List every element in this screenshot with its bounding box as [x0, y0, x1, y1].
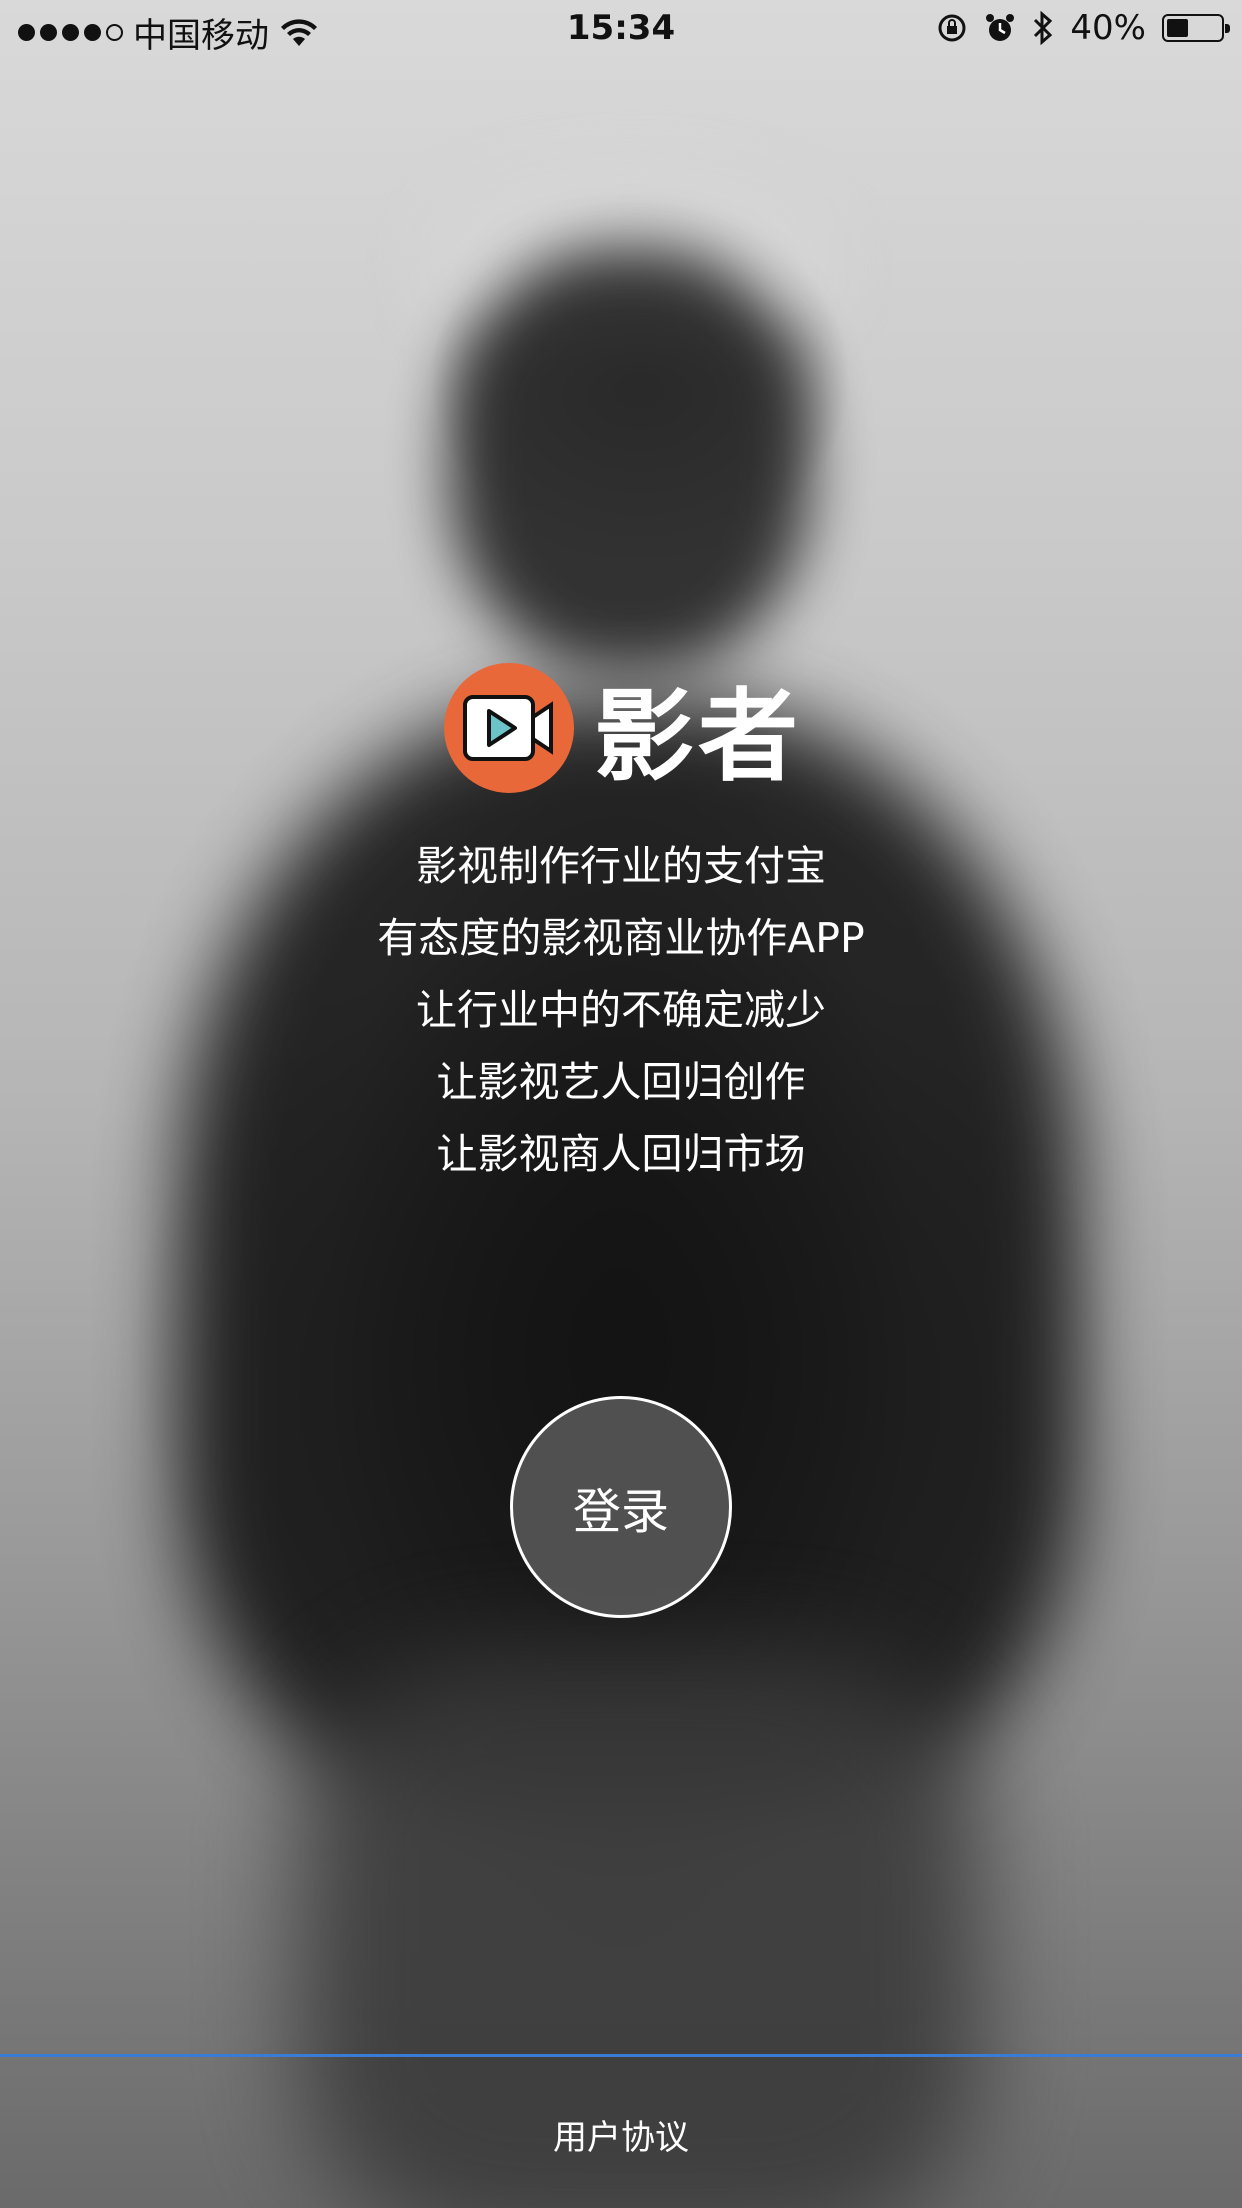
app-name: 影者 [594, 678, 802, 795]
alarm-icon [986, 14, 1015, 41]
login-button-label: 登录 [572, 1484, 669, 1540]
rotation-lock-icon [938, 14, 966, 42]
bluetooth-icon [1034, 11, 1053, 45]
slogan-line: 让影视商人回归市场 [436, 1130, 806, 1178]
status-bar: 中国移动 15:34 40% [0, 0, 1242, 60]
slogan-line: 有态度的影视商业协作APP [377, 914, 865, 962]
battery-percentage: 40% [1070, 8, 1146, 48]
user-agreement-link[interactable]: 用户协议 [0, 2110, 1242, 2159]
slogan-line: 让影视艺人回归创作 [436, 1058, 806, 1106]
battery-icon [1162, 14, 1230, 42]
slogan-line: 让行业中的不确定减少 [416, 986, 826, 1034]
slogan-line: 影视制作行业的支付宝 [416, 842, 826, 890]
slogan-list: 影视制作行业的支付宝 有态度的影视商业协作APP 让行业中的不确定减少 让影视艺… [0, 830, 1242, 1190]
app-logo: 影者 [444, 655, 802, 800]
login-button[interactable]: 登录 [510, 1396, 732, 1618]
divider [0, 2054, 1242, 2057]
video-camera-icon [444, 662, 574, 793]
